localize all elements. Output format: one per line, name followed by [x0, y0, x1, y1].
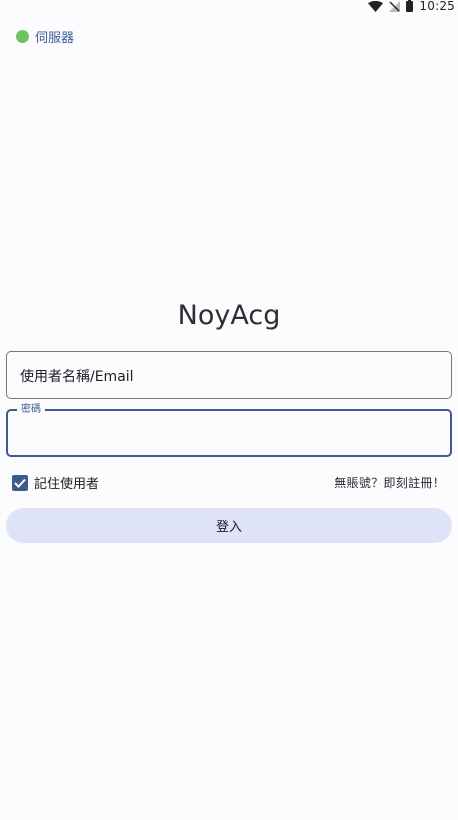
login-button[interactable]: 登入	[6, 508, 452, 543]
password-input[interactable]	[20, 423, 438, 445]
register-link[interactable]: 無賬號？即刻註冊！	[334, 474, 445, 491]
login-screen: 10:25 伺服器 NoyAcg 使用者名稱/Email 密碼 記住使用者 無賬…	[0, 0, 458, 820]
username-field[interactable]: 使用者名稱/Email	[6, 351, 452, 399]
status-bar: 10:25	[0, 0, 458, 13]
password-field[interactable]: 密碼	[6, 404, 452, 457]
wifi-icon	[368, 0, 384, 12]
remember-checkbox[interactable]	[12, 474, 28, 491]
battery-icon	[406, 0, 414, 12]
no-signal-icon	[389, 0, 401, 12]
server-status-dot	[16, 30, 29, 43]
remember-label: 記住使用者	[34, 477, 100, 492]
app-title: NoyAcg	[177, 300, 281, 331]
server-label: 伺服器	[35, 31, 75, 46]
status-icons: 10:25	[368, 0, 455, 13]
server-selector[interactable]: 伺服器	[16, 27, 74, 46]
password-label: 密碼	[17, 404, 45, 416]
status-time: 10:25	[419, 0, 455, 13]
remember-user-toggle[interactable]: 記住使用者	[12, 473, 99, 492]
check-icon	[14, 478, 26, 488]
username-placeholder: 使用者名稱/Email	[20, 369, 134, 385]
